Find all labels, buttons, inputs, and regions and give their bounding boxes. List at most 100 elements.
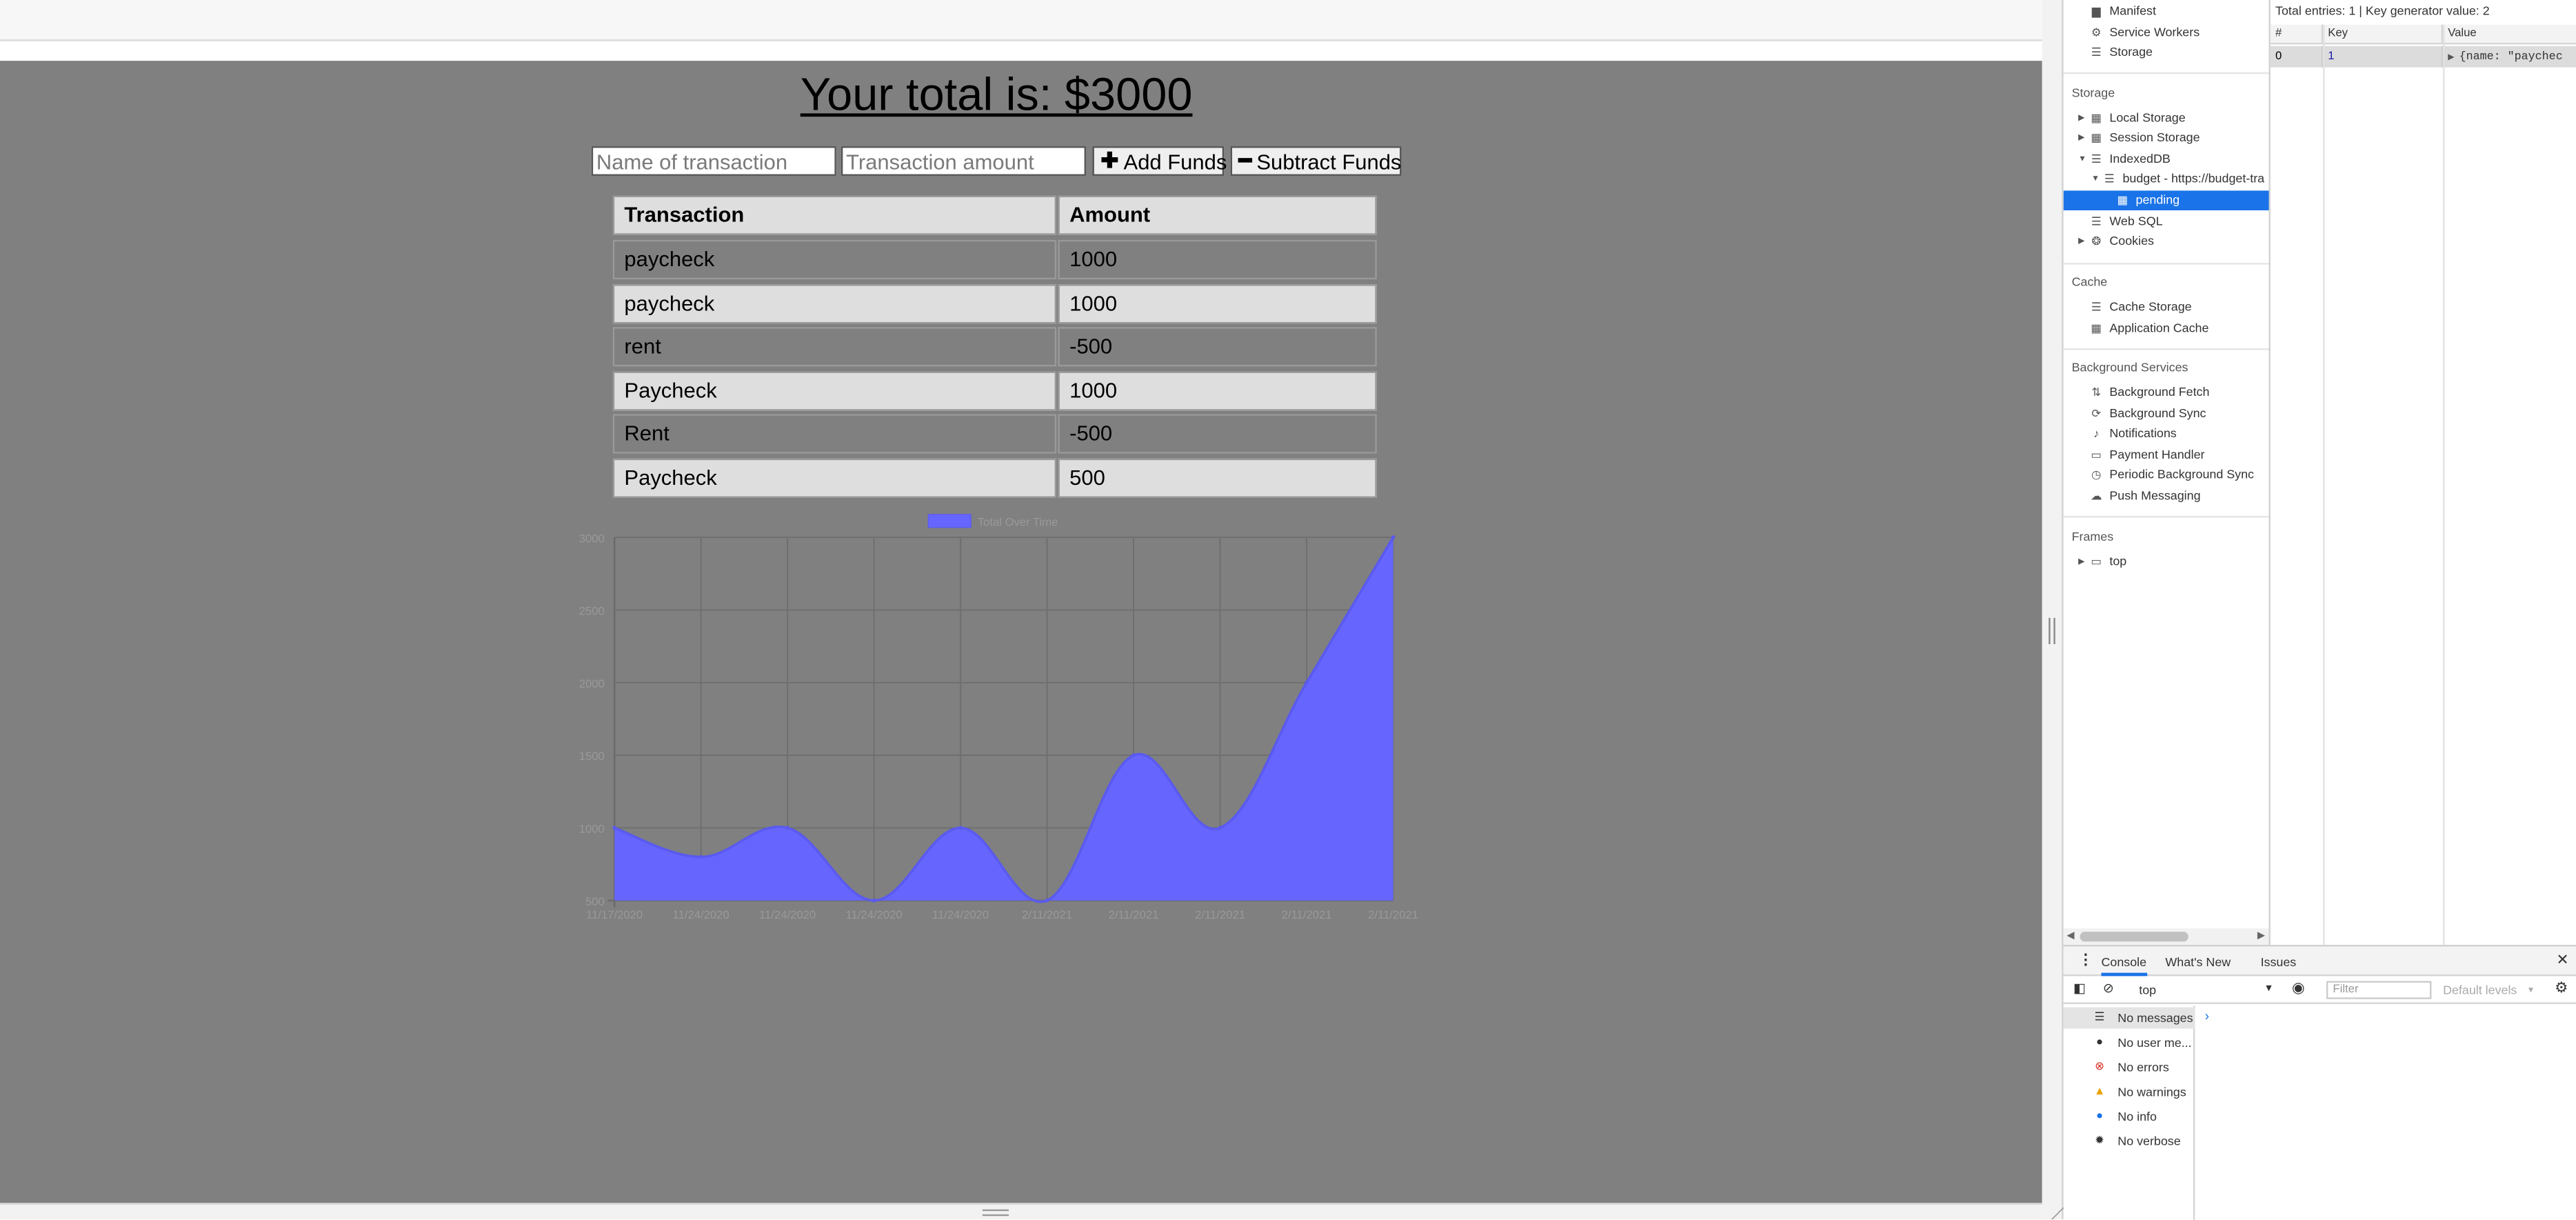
drag-handle-icon[interactable]	[982, 1209, 1009, 1217]
sidebar-label: Session Storage	[2109, 130, 2200, 145]
section-title-storage: Storage	[2071, 85, 2115, 101]
kebab-menu-icon[interactable]: ⋮	[2078, 952, 2093, 970]
column-divider	[2323, 24, 2325, 946]
sidebar-item-cookies[interactable]: ▶ ❂ Cookies	[2064, 232, 2269, 252]
sidebar-label: IndexedDB	[2109, 151, 2171, 166]
sidebar-item-local-storage[interactable]: ▶ ▦ Local Storage	[2064, 108, 2269, 128]
sidebar-item-storage[interactable]: ☰ Storage	[2064, 43, 2269, 63]
chevron-down-icon[interactable]: ▼	[2527, 986, 2535, 996]
entry-index[interactable]: 0	[2270, 46, 2324, 68]
entry-key[interactable]: 1	[2323, 46, 2444, 68]
x-tick-label: 2/11/2021	[1109, 908, 1159, 921]
x-tick-label: 2/11/2021	[1195, 908, 1245, 921]
filter-messages[interactable]: ☰ No messages	[2063, 1007, 2195, 1029]
sidebar-item-notifications[interactable]: ♪ Notifications	[2064, 424, 2269, 444]
chevron-down-icon[interactable]: ▼	[2078, 150, 2086, 170]
bell-icon: ♪	[2093, 428, 2100, 441]
cloud-icon: ☁	[2090, 491, 2102, 503]
devtools-splitter[interactable]	[2042, 0, 2062, 1219]
sidebar-item-top-frame[interactable]: ▶ ▭ top	[2064, 552, 2269, 572]
close-icon[interactable]: ✕	[2556, 952, 2568, 970]
list-icon: ☰	[2094, 1012, 2105, 1024]
scroll-left-icon[interactable]: ◀	[2066, 930, 2074, 941]
filter-label: No info	[2117, 1109, 2157, 1124]
console-toolbar: ◧ ⊘ top ▼ ◉ Filter Default levels ▼ ⚙	[2063, 976, 2576, 1004]
database-icon: ☰	[2091, 302, 2102, 314]
frame-icon: ▭	[2091, 557, 2102, 569]
scroll-right-icon[interactable]: ▶	[2257, 930, 2265, 941]
console-prompt-icon[interactable]: ›	[2205, 1009, 2209, 1023]
filter-verbose[interactable]: ✹ No verbose	[2064, 1130, 2195, 1152]
data-point	[698, 854, 703, 859]
sidebar-item-pending[interactable]: ▦ pending	[2063, 190, 2269, 210]
sidebar-item-payment-handler[interactable]: ▭ Payment Handler	[2064, 446, 2269, 466]
filter-label: No errors	[2117, 1059, 2169, 1075]
sidebar-item-cache-storage[interactable]: ☰ Cache Storage	[2064, 297, 2269, 317]
sidebar-toggle-icon[interactable]: ◧	[2073, 981, 2086, 995]
data-point	[1305, 680, 1309, 685]
filter-label: No verbose	[2117, 1134, 2181, 1149]
divider	[2063, 72, 2269, 74]
scrollbar-thumb[interactable]	[2080, 931, 2188, 942]
object-store-view: Total entries: 1 | Key generator value: …	[2270, 0, 2576, 946]
chevron-right-icon[interactable]: ▶	[2078, 108, 2084, 128]
column-header-value[interactable]: Value	[2443, 24, 2576, 45]
sidebar-item-background-fetch[interactable]: ⇅ Background Fetch	[2064, 383, 2269, 403]
warning-icon: ▲	[2093, 1086, 2106, 1098]
context-select[interactable]: top	[2139, 983, 2156, 997]
total-over-time-chart: 500 1000 1500 2000 2500 3000 11/17/2020 11/24/2…	[579, 514, 1418, 921]
chevron-right-icon[interactable]: ▶	[2078, 128, 2084, 148]
sidebar-label: Service Workers	[2109, 24, 2200, 40]
sidebar-item-background-sync[interactable]: ⟳ Background Sync	[2064, 404, 2269, 424]
bottom-resize-strip[interactable]	[0, 1203, 2042, 1219]
filter-user-messages[interactable]: ● No user me...	[2064, 1032, 2195, 1053]
splitter-grip-icon[interactable]	[2049, 617, 2055, 645]
console-sidebar: ☰ No messages ● No user me... ⊗ No errors ▲…	[2063, 1006, 2195, 1220]
card-icon: ▭	[2091, 450, 2102, 462]
section-title-frames: Frames	[2071, 529, 2114, 544]
filter-errors[interactable]: ⊗ No errors	[2064, 1057, 2195, 1078]
clear-console-icon[interactable]: ⊘	[2103, 981, 2114, 995]
sidebar-label: Application Cache	[2109, 320, 2209, 336]
sidebar-item-web-sql[interactable]: ☰ Web SQL	[2064, 212, 2269, 232]
column-header-index[interactable]: #	[2270, 24, 2324, 45]
devtools-panel: ▆ Manifest ⚙ Service Workers ☰ Storage Stor…	[2062, 0, 2576, 1220]
gear-icon[interactable]: ⚙	[2555, 979, 2568, 997]
tab-console[interactable]: Console	[2101, 954, 2147, 977]
y-tick-label: 500	[585, 895, 605, 908]
chevron-right-icon[interactable]: ▶	[2078, 552, 2084, 572]
entry-value-text: {name: "paychec	[2459, 50, 2563, 64]
x-tick-label: 11/24/2020	[673, 908, 729, 921]
filter-info[interactable]: ● No info	[2064, 1106, 2195, 1128]
sidebar-label: Background Fetch	[2109, 384, 2210, 399]
database-icon: ☰	[2104, 174, 2115, 186]
chevron-down-icon[interactable]: ▼	[2091, 169, 2100, 189]
console-filter-input[interactable]: Filter	[2326, 981, 2432, 999]
tab-whats-new[interactable]: What's New	[2165, 954, 2231, 969]
divider	[2063, 348, 2269, 350]
filter-warnings[interactable]: ▲ No warnings	[2064, 1081, 2195, 1103]
sidebar-item-manifest[interactable]: ▆ Manifest	[2064, 1, 2269, 21]
data-point	[1131, 753, 1136, 757]
column-header-key[interactable]: Key	[2323, 24, 2444, 45]
sidebar-item-application-cache[interactable]: ▦ Application Cache	[2064, 319, 2269, 339]
log-levels-select[interactable]: Default levels	[2443, 983, 2517, 997]
sidebar-horizontal-scrollbar[interactable]: ◀ ▶	[2063, 928, 2269, 946]
expand-icon[interactable]: ▶	[2448, 52, 2454, 62]
data-point	[1045, 898, 1049, 903]
tab-issues[interactable]: Issues	[2261, 954, 2297, 969]
sidebar-item-session-storage[interactable]: ▶ ▦ Session Storage	[2064, 128, 2269, 148]
sidebar-item-periodic-background-sync[interactable]: ◷ Periodic Background Sync	[2064, 465, 2269, 485]
x-tick-label: 11/24/2020	[846, 908, 903, 921]
eye-icon[interactable]: ◉	[2292, 979, 2305, 997]
sidebar-item-budget-db[interactable]: ▼ ☰ budget - https://budget-tra	[2064, 169, 2269, 189]
chevron-down-icon[interactable]: ▼	[2264, 984, 2273, 994]
column-divider	[2443, 24, 2445, 946]
entry-value[interactable]: ▶ {name: "paychec	[2443, 46, 2576, 68]
sidebar-label: top	[2109, 553, 2127, 569]
sidebar-item-indexeddb[interactable]: ▼ ☰ IndexedDB	[2064, 150, 2269, 170]
sidebar-item-push-messaging[interactable]: ☁ Push Messaging	[2064, 486, 2269, 506]
sidebar-item-service-workers[interactable]: ⚙ Service Workers	[2064, 23, 2269, 43]
chevron-right-icon[interactable]: ▶	[2078, 232, 2084, 252]
grid-icon: ▦	[2091, 132, 2102, 145]
